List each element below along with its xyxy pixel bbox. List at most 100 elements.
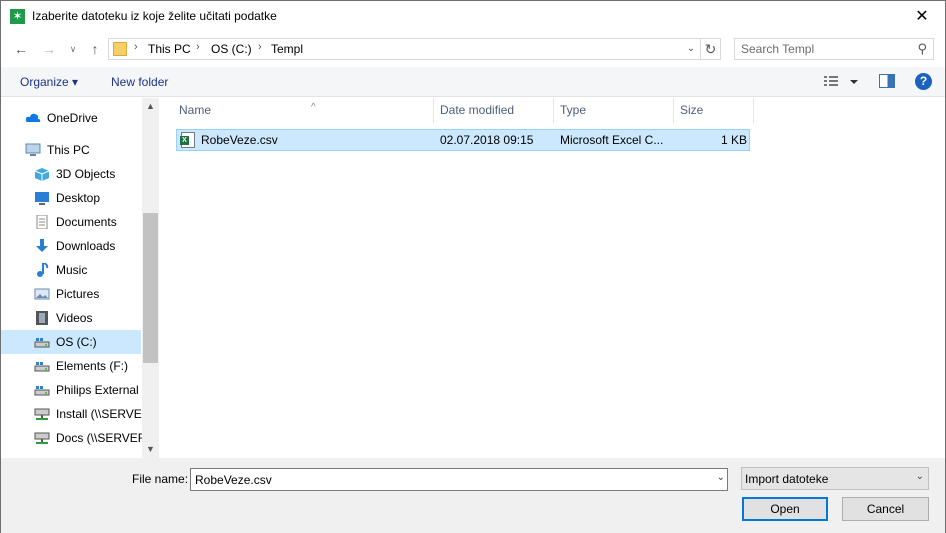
nav-item-label: Elements (F:)	[56, 359, 129, 373]
title-bar: ✶ Izaberite datoteku iz koje želite učit…	[1, 1, 945, 32]
file-row[interactable]: X RobeVeze.csv 02.07.2018 09:15 Microsof…	[176, 129, 750, 151]
cube-icon	[34, 167, 50, 181]
chevron-right-icon[interactable]: ›	[258, 41, 262, 53]
column-header-size-label: Size	[680, 103, 704, 117]
organize-button[interactable]: Organize ▾	[20, 75, 78, 89]
scroll-thumb[interactable]	[143, 213, 158, 363]
nav-item-label: OneDrive	[47, 111, 98, 125]
help-icon[interactable]: ?	[915, 73, 932, 90]
nav-item-install-server[interactable]: Install (\\SERVER	[1, 402, 150, 426]
column-header-size[interactable]: Size	[674, 98, 754, 123]
scroll-down-icon[interactable]: ▼	[142, 441, 159, 458]
search-placeholder: Search Templ	[741, 42, 815, 56]
nav-item-documents[interactable]: Documents	[1, 210, 141, 234]
column-header-date-label: Date modified	[440, 103, 515, 117]
details-view-icon	[824, 76, 858, 86]
file-date-cell: 02.07.2018 09:15	[440, 133, 534, 147]
search-icon: ⚲	[917, 41, 927, 56]
file-name-cell: RobeVeze.csv	[201, 133, 278, 147]
address-bar[interactable]: › This PC › OS (C:) › Templ ⌄ ↻	[108, 38, 721, 60]
nav-item-3d-objects[interactable]: 3D Objects	[1, 162, 141, 186]
nav-item-downloads[interactable]: Downloads	[1, 234, 141, 258]
scroll-up-icon[interactable]: ▲	[142, 98, 159, 115]
breadcrumb-this-pc[interactable]: This PC	[148, 42, 191, 56]
excel-csv-icon: X	[180, 132, 195, 148]
nav-item-os-c[interactable]: OS (C:)	[1, 330, 141, 354]
back-arrow-icon[interactable]: ←	[11, 39, 31, 59]
file-name-input[interactable]: RobeVeze.csv ⌄	[190, 468, 728, 491]
videos-icon	[34, 311, 50, 325]
recent-locations-chevron-icon[interactable]: ∨	[63, 39, 83, 59]
open-file-dialog: ✶ Izaberite datoteku iz koje želite učit…	[0, 0, 946, 533]
nav-item-docs-server[interactable]: Docs (\\SERVER-	[1, 426, 150, 450]
nav-item-label: Philips External H	[56, 383, 151, 397]
nav-item-label: OS (C:)	[56, 335, 97, 349]
preview-pane-icon[interactable]	[879, 74, 895, 88]
breadcrumb-os-c[interactable]: OS (C:)	[211, 42, 252, 56]
nav-item-label: Downloads	[56, 239, 116, 253]
nav-item-desktop[interactable]: Desktop	[1, 186, 141, 210]
nav-item-label: This PC	[47, 143, 90, 157]
desktop-icon	[34, 191, 50, 205]
nav-item-pictures[interactable]: Pictures	[1, 282, 141, 306]
dialog-footer: File name: RobeVeze.csv ⌄ Import datotek…	[1, 458, 945, 533]
nav-item-label: Desktop	[56, 191, 101, 205]
nav-item-label: Videos	[56, 311, 93, 325]
column-header-type-label: Type	[560, 103, 587, 117]
pictures-icon	[34, 287, 50, 301]
network-drive-icon	[34, 431, 50, 445]
nav-item-label: Install (\\SERVER	[56, 407, 151, 421]
chevron-down-icon[interactable]: ⌄	[682, 40, 700, 58]
nav-item-philips-external-h[interactable]: Philips External H	[1, 378, 151, 402]
nav-item-onedrive[interactable]: OneDrive	[1, 106, 141, 130]
open-button[interactable]: Open	[742, 497, 828, 521]
nav-item-music[interactable]: Music	[1, 258, 141, 282]
network-drive-icon	[34, 407, 50, 421]
navigation-pane: OneDrive This PC 3D Objects Desktop Document…	[1, 98, 159, 458]
search-input[interactable]: Search Templ ⚲	[734, 38, 934, 60]
drive-icon	[34, 335, 50, 349]
command-bar: Organize ▾ New folder ?	[1, 67, 945, 97]
computer-icon	[25, 143, 41, 157]
file-type-cell: Microsoft Excel C...	[560, 133, 664, 147]
refresh-icon[interactable]: ↻	[700, 39, 720, 59]
file-name-label: File name:	[132, 472, 189, 486]
chevron-right-icon[interactable]: ›	[196, 41, 200, 53]
nav-item-elements-f[interactable]: Elements (F:)	[1, 354, 141, 378]
nav-item-label: Documents	[56, 215, 117, 229]
cloud-icon	[25, 111, 41, 125]
column-header-type[interactable]: Type	[554, 98, 674, 123]
music-icon	[34, 262, 50, 277]
document-icon	[34, 214, 50, 230]
sort-ascending-icon: ^	[311, 102, 316, 113]
app-icon: ✶	[10, 9, 25, 24]
cancel-button[interactable]: Cancel	[842, 497, 929, 521]
drive-icon	[34, 383, 50, 397]
column-header-name-label: Name	[179, 103, 212, 117]
breadcrumb-templ[interactable]: Templ	[271, 42, 303, 56]
forward-arrow-icon[interactable]: →	[39, 39, 59, 59]
change-view-button[interactable]	[823, 74, 859, 90]
folder-icon	[113, 42, 127, 56]
drive-icon	[34, 359, 50, 373]
chevron-down-icon: ⌄	[915, 471, 924, 482]
file-list: Name ^ Date modified Type Size X RobeVez…	[161, 98, 945, 458]
column-header-date-modified[interactable]: Date modified	[434, 98, 554, 123]
chevron-down-icon[interactable]: ⌄	[717, 472, 725, 483]
dialog-title: Izaberite datoteku iz koje želite učitat…	[32, 9, 277, 23]
download-icon	[34, 239, 50, 253]
nav-item-label: 3D Objects	[56, 167, 116, 181]
nav-item-this-pc[interactable]: This PC	[1, 138, 141, 162]
up-arrow-icon[interactable]: ↑	[85, 39, 105, 59]
file-type-filter-select[interactable]: Import datoteke ⌄	[741, 467, 929, 490]
close-button[interactable]: ✕	[899, 1, 945, 32]
file-size-cell: 1 KB	[720, 133, 747, 147]
file-name-value: RobeVeze.csv	[195, 473, 272, 487]
nav-item-videos[interactable]: Videos	[1, 306, 141, 330]
new-folder-button[interactable]: New folder	[111, 75, 168, 89]
chevron-right-icon: ›	[134, 41, 138, 53]
column-header-name[interactable]: Name ^	[173, 98, 434, 123]
nav-item-label: Pictures	[56, 287, 100, 301]
nav-scrollbar[interactable]: ▲ ▼	[142, 98, 159, 458]
file-type-filter-value: Import datoteke	[745, 472, 829, 486]
